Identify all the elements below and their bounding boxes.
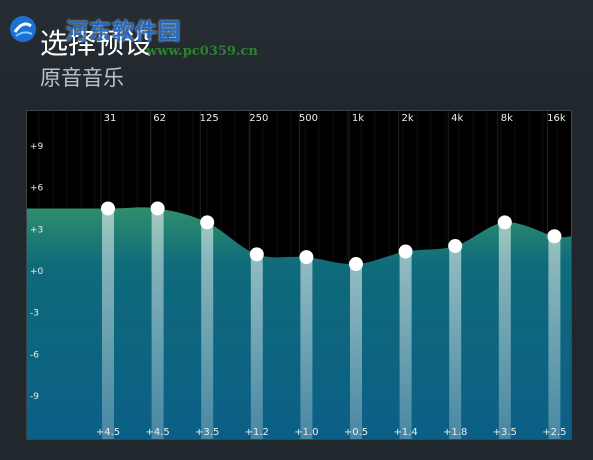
equalizer-panel: +9 +6 +3 +0 -3 -6 -9 31 +4.5 62 +4.5 125 +3.5 250 +1.2… [26, 110, 572, 440]
eq-band-1k[interactable] [349, 257, 363, 439]
eq-band-4k[interactable] [448, 238, 463, 439]
slider-knob[interactable] [448, 238, 463, 253]
slider-track[interactable] [151, 208, 164, 439]
slider-track[interactable] [548, 236, 561, 439]
band-gain-label: +3.5 [493, 427, 517, 438]
band-frequency-label: 16k [547, 113, 566, 124]
eq-band-8k[interactable] [497, 215, 512, 439]
y-tick-label: +6 [30, 184, 44, 194]
band-gain-label: +0.5 [344, 427, 368, 438]
band-frequency-label: 250 [249, 113, 268, 124]
band-gain-label: +1.0 [294, 427, 318, 438]
band-gain-label: +4.5 [145, 427, 169, 438]
slider-track[interactable] [399, 251, 412, 439]
slider-track[interactable] [498, 222, 511, 439]
watermark-logo-icon [10, 16, 36, 42]
band-frequency-label: 500 [299, 113, 318, 124]
band-frequency-label: 2k [402, 113, 414, 124]
band-gain-label: +4.5 [96, 427, 120, 438]
slider-knob[interactable] [547, 229, 562, 244]
band-frequency-label: 4k [451, 113, 463, 124]
slider-track[interactable] [201, 222, 214, 439]
band-gain-label: +2.5 [542, 427, 566, 438]
preset-name[interactable]: 原音音乐 [40, 62, 124, 92]
eq-band-31[interactable] [101, 201, 115, 439]
band-frequency-label: 125 [200, 113, 219, 124]
slider-knob[interactable] [497, 215, 512, 230]
band-gain-label: +1.2 [245, 427, 269, 438]
y-tick-label: +0 [30, 267, 44, 277]
watermark-text: 河东软件园 [66, 19, 182, 45]
eq-band-16k[interactable] [547, 229, 562, 439]
slider-track[interactable] [350, 264, 362, 439]
watermark-url: www.pc0359.cn [146, 44, 258, 59]
slider-knob[interactable] [398, 244, 413, 259]
y-tick-label: +9 [30, 142, 44, 152]
slider-track[interactable] [300, 257, 313, 439]
band-gain-label: +3.5 [195, 427, 219, 438]
eq-band-62[interactable] [150, 201, 165, 439]
band-frequency-label: 31 [104, 113, 117, 124]
y-tick-label: -9 [30, 392, 39, 402]
slider-knob[interactable] [101, 201, 115, 216]
band-gain-label: +1.4 [393, 427, 417, 438]
eq-band-500[interactable] [299, 250, 314, 439]
slider-knob[interactable] [349, 257, 363, 272]
eq-band-125[interactable] [200, 215, 215, 439]
slider-knob[interactable] [150, 201, 165, 216]
y-tick-label: -6 [30, 350, 39, 360]
slider-track[interactable] [449, 245, 462, 439]
slider-knob[interactable] [299, 250, 314, 265]
slider-track[interactable] [102, 208, 114, 439]
band-frequency-label: 1k [352, 113, 364, 124]
slider-knob[interactable] [249, 247, 264, 262]
slider-knob[interactable] [200, 215, 215, 230]
band-frequency-label: 8k [501, 113, 513, 124]
band-gain-label: +1.8 [443, 427, 467, 438]
y-tick-label: +3 [30, 225, 43, 235]
footer [0, 440, 593, 460]
equalizer-graph: +9 +6 +3 +0 -3 -6 -9 31 +4.5 62 +4.5 125 +3.5 250 +1.2… [27, 111, 571, 439]
eq-band-250[interactable] [249, 247, 264, 439]
slider-track[interactable] [250, 254, 263, 439]
band-frequency-label: 62 [153, 113, 166, 124]
eq-band-2k[interactable] [398, 244, 413, 439]
y-tick-label: -3 [30, 309, 39, 319]
